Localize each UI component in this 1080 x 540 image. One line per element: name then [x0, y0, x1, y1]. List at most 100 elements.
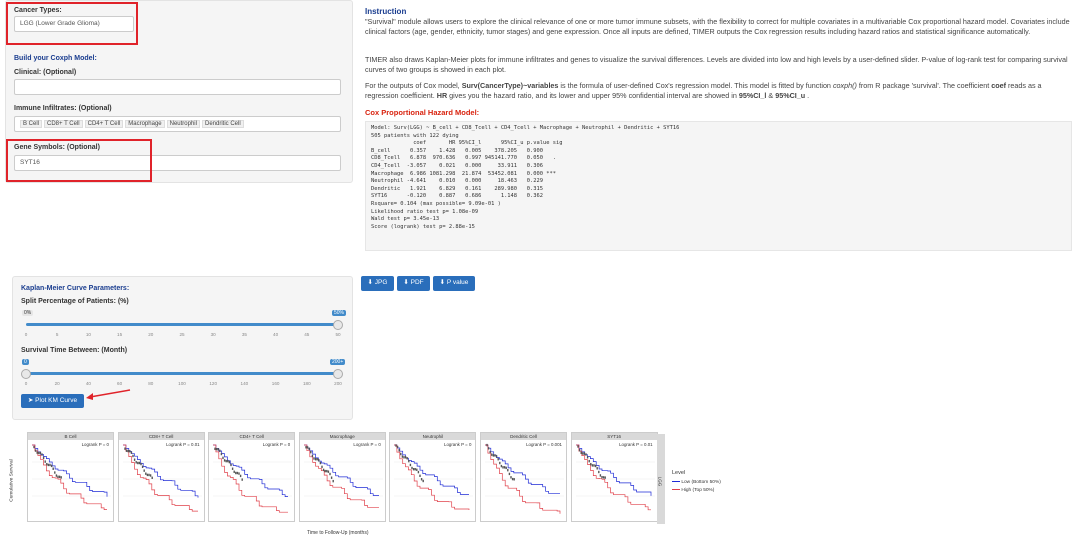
km-plot-area: Cumulative Survival B Cell Logrank P = 0C…	[5, 428, 725, 540]
legend-title: Level	[672, 470, 686, 476]
legend-low-label: Low (Bottom 50%)	[681, 480, 721, 485]
plot-km-curve-button[interactable]: ➤ Plot KM Curve	[21, 394, 84, 408]
slider-tick-label: 20	[54, 381, 60, 386]
slider-tick-label: 50	[335, 332, 341, 337]
km-curve-low	[32, 444, 108, 497]
jpg-label: JPG	[374, 279, 388, 286]
km-curve-low	[122, 444, 198, 498]
km-panel: B Cell Logrank P = 0	[27, 432, 114, 522]
immune-tag[interactable]: CD4+ T Cell	[84, 120, 124, 128]
slider-tick-label: 200	[334, 381, 342, 386]
time-max-badge: 200+	[330, 359, 346, 365]
slider-tick-label: 10	[85, 332, 91, 337]
time-slider-handle-left[interactable]	[21, 369, 31, 379]
download-pdf-button[interactable]: ⬇ PDF	[397, 276, 430, 291]
build-model-title: Build your Coxph Model:	[14, 55, 97, 62]
km-curves	[32, 444, 111, 510]
split-slider-track[interactable]	[26, 323, 338, 326]
p3-e: from R package 'survival'. The coefficie…	[856, 81, 992, 90]
immune-infiltrates-label: Immune Infiltrates: (Optional)	[14, 105, 112, 112]
km-curves	[575, 444, 655, 511]
km-panel-title: Macrophage	[299, 433, 385, 440]
immune-tag[interactable]: Dendritic Cell	[201, 120, 244, 128]
p3-cil: 95%CI_l	[738, 91, 767, 100]
slider-tick-label: 100	[178, 381, 186, 386]
legend-high-swatch	[672, 488, 680, 491]
immune-tag[interactable]: Macrophage	[125, 120, 165, 128]
annotation-arrow	[86, 389, 131, 400]
clinical-label: Clinical: (Optional)	[14, 69, 77, 76]
split-slider-handle[interactable]	[333, 320, 343, 330]
clinical-input[interactable]	[14, 79, 341, 95]
slider-tick-label: 160	[271, 381, 280, 386]
p3-a: For the outputs of Cox model,	[365, 81, 462, 90]
download-jpg-button[interactable]: ⬇ JPG	[361, 276, 394, 291]
slider-tick-label: 35	[241, 332, 247, 337]
download-icon: ⬇	[367, 279, 373, 286]
slider-tick-label: 180	[302, 381, 311, 386]
split-min-badge: 0%	[22, 310, 34, 316]
slider-tick-label: 80	[148, 381, 154, 386]
slider-tick-label: 45	[304, 332, 310, 337]
time-min-badge: 0	[22, 359, 29, 365]
p3-k: &	[766, 91, 776, 100]
time-slider-handle-right[interactable]	[333, 369, 343, 379]
slider-tick-label: 30	[210, 332, 216, 337]
instruction-title: Instruction	[365, 7, 407, 16]
slider-tick-label: 40	[273, 332, 279, 337]
immune-tag[interactable]: B Cell	[20, 120, 43, 128]
cox-model-title: Cox Proportional Hazard Model:	[365, 108, 480, 117]
km-panel-title: B Cell	[28, 433, 113, 440]
p3-formula: Surv(CancerType)~variables	[461, 81, 559, 90]
instruction-paragraph-1: "Survival" module allows users to explor…	[365, 17, 1070, 36]
download-icon: ⬇	[439, 279, 446, 286]
download-pvalue-button[interactable]: ⬇ P value	[433, 276, 475, 291]
slider-tick-label: 0	[24, 332, 28, 337]
split-max-badge: 50%	[332, 310, 347, 316]
km-curves	[485, 443, 564, 514]
km-panel-title: CD4+ T Cell	[209, 433, 295, 440]
km-panel: Dendritic Cell Logrank P = 0.001	[480, 432, 567, 522]
km-side-strip: LGG	[657, 434, 665, 524]
km-panel: CD8+ T Cell Logrank P = 0.01	[117, 432, 205, 522]
km-curves	[122, 444, 202, 512]
slider-tick-label: 120	[209, 381, 218, 386]
pdf-label: PDF	[410, 279, 424, 286]
km-curve-low	[485, 444, 560, 494]
km-curves	[213, 444, 293, 513]
p3-hr: HR	[436, 91, 448, 100]
legend-high-label: High (Top 50%)	[681, 488, 715, 493]
p3-c: is the formula of user-defined Cox's reg…	[558, 81, 833, 90]
slider-tick-label: 20	[148, 332, 154, 337]
km-ylabel: Cumulative Survival	[9, 459, 15, 502]
km-panel-title: CD8+ T Cell	[118, 433, 204, 440]
km-panel: Neutrophil Logrank P = 0	[389, 432, 477, 522]
immune-tag[interactable]: CD8+ T Cell	[44, 120, 83, 128]
km-panel: CD4+ T Cell Logrank P = 0	[208, 432, 296, 522]
km-side-strip-label: LGG	[657, 476, 663, 487]
p3-coef: coef	[991, 81, 1006, 90]
km-panel-title: SYT16	[571, 433, 657, 440]
cox-model-output: Model: Surv(LGG) ~ B_cell + CD8_Tcell + …	[365, 121, 1072, 251]
p3-m: .	[805, 91, 810, 100]
km-panel-title: Dendritic Cell	[481, 433, 566, 440]
km-legend: Level Low (Bottom 50%) High (Top 50%)	[672, 470, 721, 493]
slider-tick-label: 5	[55, 332, 59, 337]
instruction-paragraph-3: For the outputs of Cox model, Surv(Cance…	[365, 81, 1072, 101]
time-slider-track[interactable]	[26, 372, 338, 375]
survival-time-label: Survival Time Between: (Month)	[21, 347, 128, 354]
immune-infiltrates-input[interactable]: B Cell CD8+ T Cell CD4+ T Cell Macrophage Ne…	[14, 116, 341, 132]
split-percentage-label: Split Percentage of Patients: (%)	[21, 298, 129, 305]
highlight-cancer-types	[6, 2, 138, 45]
p3-ciu: 95%CI_u	[775, 91, 806, 100]
send-icon: ➤	[27, 397, 34, 404]
km-panel: SYT16 Logrank P = 0.01	[570, 432, 658, 522]
download-icon: ⬇	[403, 279, 409, 286]
slider-tick-label: 0	[24, 381, 28, 386]
km-curves	[394, 444, 474, 510]
highlight-gene-symbols	[6, 139, 152, 182]
km-panel: Macrophage Logrank P = 0	[298, 432, 386, 522]
slider-tick-label: 40	[85, 381, 91, 386]
pvalue-label: P value	[446, 279, 469, 286]
immune-tag[interactable]: Neutrophil	[166, 120, 200, 128]
